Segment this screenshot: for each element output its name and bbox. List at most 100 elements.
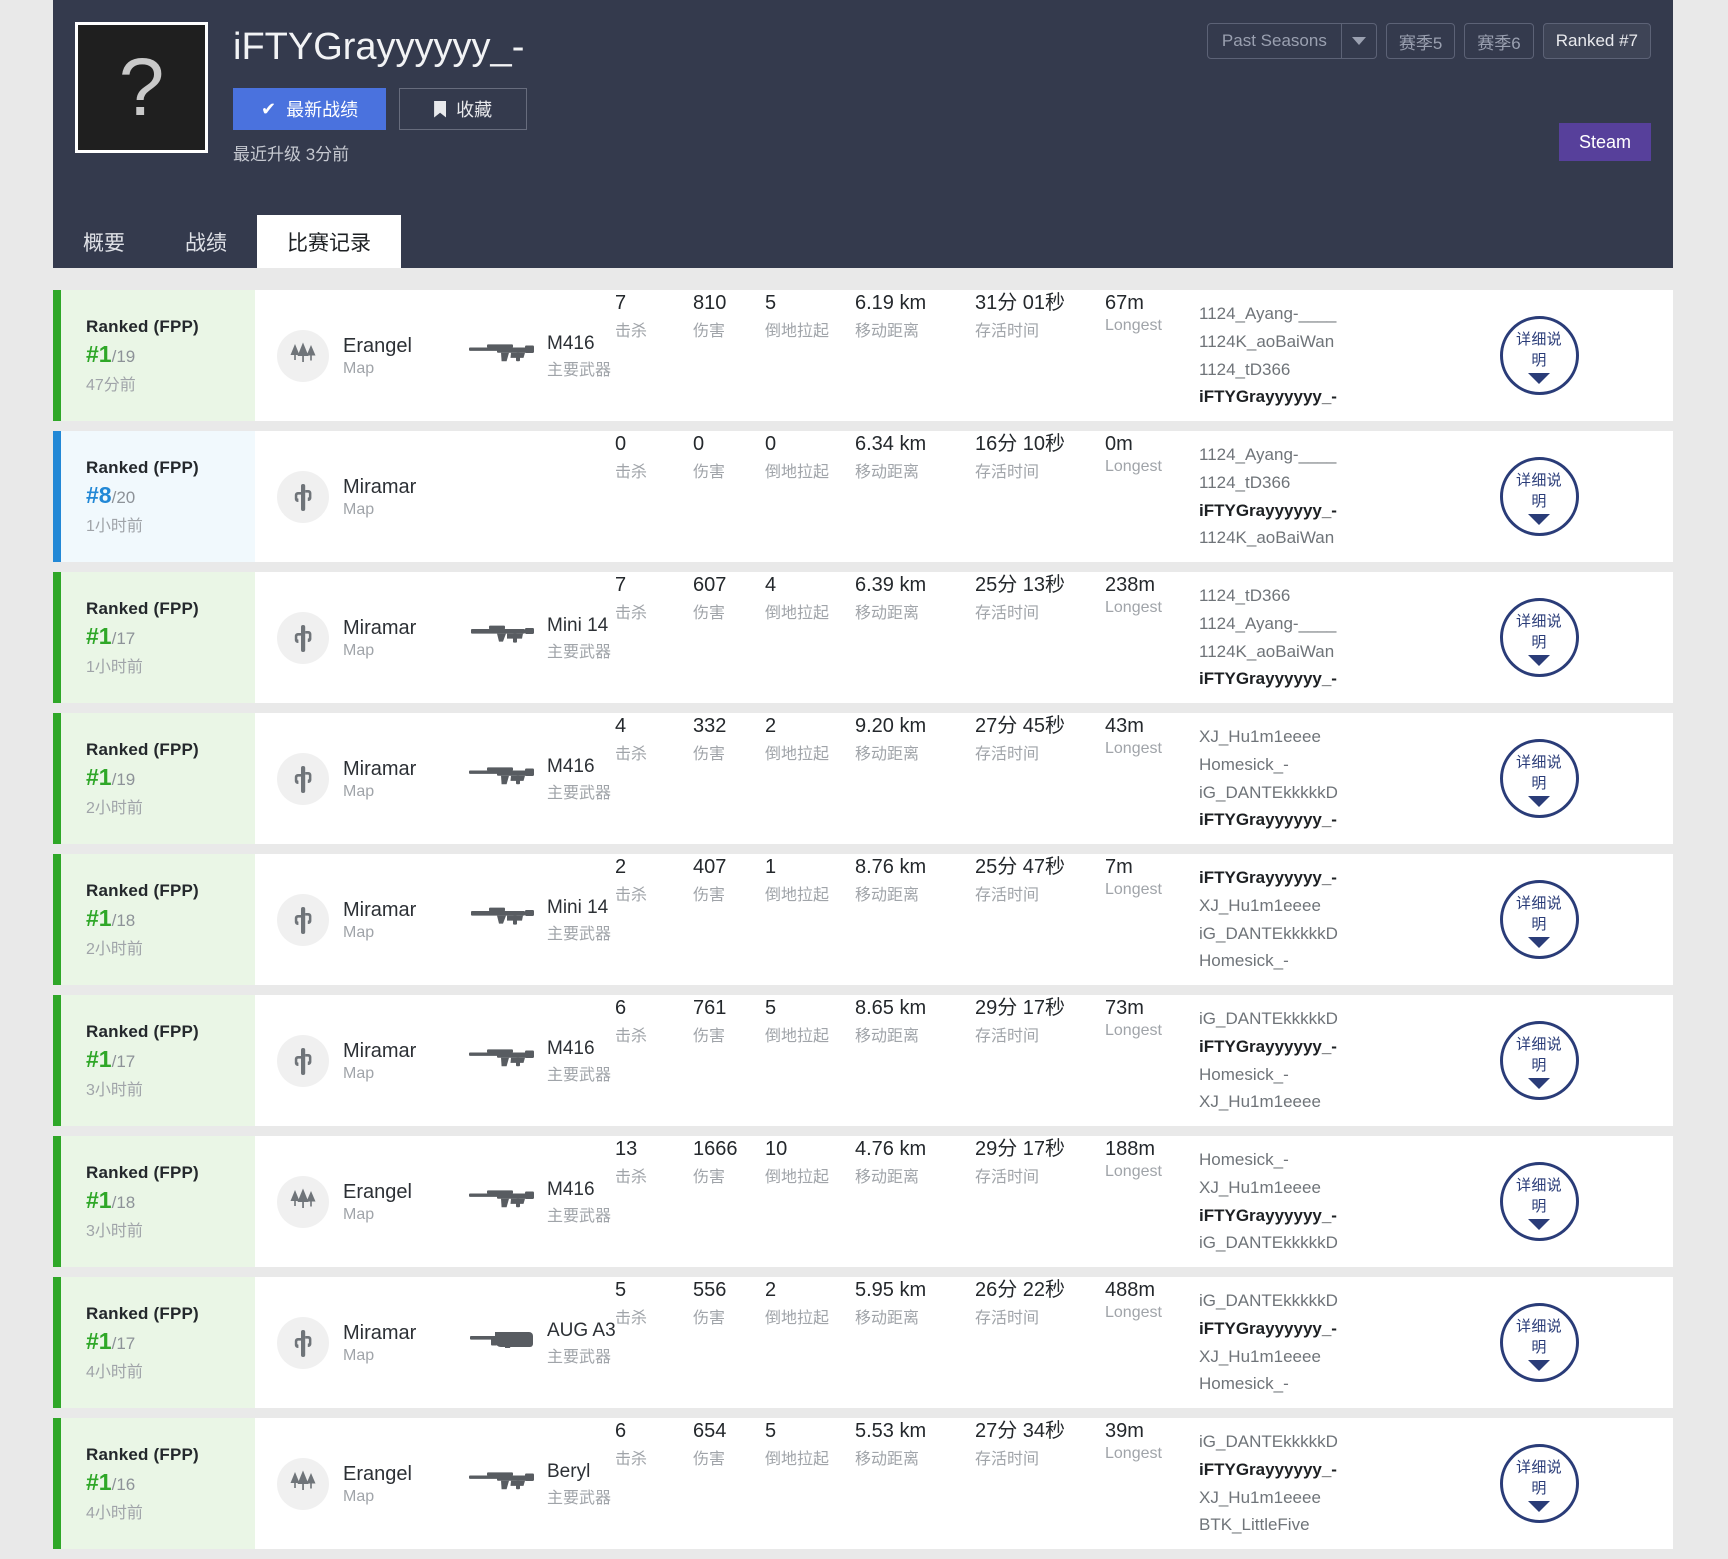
stat-longest-value: 238m xyxy=(1105,574,1156,596)
stat-distance-label: 移动距离 xyxy=(855,1169,920,1186)
stat-longest-value: 39m xyxy=(1105,1420,1144,1442)
match-detail-button[interactable]: 详细说明 xyxy=(1499,1021,1579,1100)
match-detail-label: 详细说明 xyxy=(1516,1458,1562,1497)
table-row[interactable]: Ranked (FPP) #8/20 1小时前 Miramar Map 0 击杀 0 伤害 0 倒地… xyxy=(53,431,1673,562)
roster-player: XJ_Hu1m1eeee xyxy=(1199,895,1321,915)
roster-player: 1124_tD366 xyxy=(1199,472,1291,492)
stat-longest-kill: 43m Longest xyxy=(1105,713,1195,844)
match-detail-button[interactable]: 详细说明 xyxy=(1499,457,1579,536)
match-placement: #1/16 xyxy=(86,1469,255,1496)
season-chip-5[interactable]: 赛季5 xyxy=(1385,23,1456,59)
match-detail-cell: 详细说明 xyxy=(1405,290,1673,421)
match-detail-cell: 详细说明 xyxy=(1405,1418,1673,1549)
match-placement: #1/19 xyxy=(86,341,255,368)
stat-longest-kill: 67m Longest xyxy=(1105,290,1195,421)
tab-overview[interactable]: 概要 xyxy=(53,215,155,268)
stat-longest-kill: 238m Longest xyxy=(1105,572,1195,703)
stat-distance-value: 6.39 km xyxy=(855,574,927,596)
stat-kills: 6 击杀 xyxy=(615,1418,693,1549)
table-row[interactable]: Ranked (FPP) #1/17 3小时前 Miramar Map M416 主要武器 6… xyxy=(53,995,1673,1126)
steam-button[interactable]: Steam xyxy=(1558,123,1651,161)
latest-records-button[interactable]: ✔ 最新战绩 xyxy=(233,88,387,130)
table-row[interactable]: Ranked (FPP) #1/18 2小时前 Miramar Map Mini 14 主要… xyxy=(53,854,1673,985)
stat-revives-label: 倒地拉起 xyxy=(765,887,830,904)
roster-player: XJ_Hu1m1eeee xyxy=(1199,727,1321,747)
stat-revives-value: 2 xyxy=(765,715,777,737)
match-detail-button[interactable]: 详细说明 xyxy=(1499,739,1579,818)
weapon-name: M416 xyxy=(547,1178,595,1200)
stat-revives-label: 倒地拉起 xyxy=(765,605,830,622)
stat-kills-label: 击杀 xyxy=(615,1310,648,1327)
table-row[interactable]: Ranked (FPP) #1/18 3小时前 Erangel Map M416 主要武器 1… xyxy=(53,1136,1673,1267)
match-time-ago: 2小时前 xyxy=(86,799,143,817)
map-sublabel: Map xyxy=(343,924,375,941)
stat-kills-label: 击杀 xyxy=(615,323,648,340)
stat-damage-label: 伤害 xyxy=(693,1451,726,1468)
placement-total: /17 xyxy=(111,1051,136,1071)
table-row[interactable]: Ranked (FPP) #1/19 47分前 Erangel Map M416 主要武器 7… xyxy=(53,290,1673,421)
table-row[interactable]: Ranked (FPP) #1/17 1小时前 Miramar Map Mini 14 主要… xyxy=(53,572,1673,703)
season-chip-6[interactable]: 赛季6 xyxy=(1464,23,1534,59)
table-row[interactable]: Ranked (FPP) #1/17 4小时前 Miramar Map AUG A3 主要武… xyxy=(53,1277,1673,1408)
match-detail-button[interactable]: 详细说明 xyxy=(1499,1162,1579,1241)
stat-kills-value: 0 xyxy=(615,433,627,455)
placement-total: /16 xyxy=(111,1474,136,1494)
stat-kills-value: 13 xyxy=(615,1138,638,1160)
stat-damage: 810 伤害 xyxy=(693,290,765,421)
stat-longest-value: 43m xyxy=(1105,715,1144,737)
past-seasons-select[interactable]: Past Seasons xyxy=(1206,23,1377,59)
table-row[interactable]: Ranked (FPP) #1/19 2小时前 Miramar Map M416 主要武器 4… xyxy=(53,713,1673,844)
match-roster: iG_DANTEkkkkkD iFTYGrayyyyyy_- XJ_Hu1m1eee… xyxy=(1195,1277,1405,1408)
roster-player: Homesick_- xyxy=(1199,1064,1289,1084)
weapon-name: AUG A3 xyxy=(547,1319,616,1341)
stat-distance-value: 6.34 km xyxy=(855,433,927,455)
stat-longest-kill: 7m Longest xyxy=(1105,854,1195,985)
match-detail-button[interactable]: 详细说明 xyxy=(1499,880,1579,959)
match-detail-label: 详细说明 xyxy=(1516,1176,1562,1215)
table-row[interactable]: Ranked (FPP) #1/16 4小时前 Erangel Map Beryl 主要武器… xyxy=(53,1418,1673,1549)
stat-survival: 25分 47秒 存活时间 xyxy=(975,854,1105,985)
weapon-icon-wrap xyxy=(467,620,537,655)
map-sublabel: Map xyxy=(343,1206,375,1223)
stat-survival-label: 存活时间 xyxy=(975,323,1040,340)
match-mode-label: Ranked (FPP) xyxy=(86,1162,199,1182)
match-detail-button[interactable]: 详细说明 xyxy=(1499,316,1579,395)
roster-player: iG_DANTEkkkkkD xyxy=(1199,1291,1338,1311)
match-mode-label: Ranked (FPP) xyxy=(86,880,199,900)
cactus-icon xyxy=(277,611,329,664)
stat-damage: 407 伤害 xyxy=(693,854,765,985)
assault-rifle-icon xyxy=(469,344,534,362)
season-chip-ranked7[interactable]: Ranked #7 xyxy=(1542,23,1651,59)
stat-longest-kill: 73m Longest xyxy=(1105,995,1195,1126)
stat-kills-label: 击杀 xyxy=(615,746,648,763)
match-detail-button[interactable]: 详细说明 xyxy=(1499,1303,1579,1382)
chevron-down-icon xyxy=(1528,795,1550,807)
map-sublabel: Map xyxy=(343,360,375,377)
tab-match-history[interactable]: 比赛记录 xyxy=(257,215,401,268)
favorite-button[interactable]: 收藏 xyxy=(399,88,528,130)
tab-stats[interactable]: 战绩 xyxy=(155,215,257,268)
placement-position: #1 xyxy=(86,1468,112,1495)
match-detail-cell: 详细说明 xyxy=(1405,854,1673,985)
stat-kills: 6 击杀 xyxy=(615,995,693,1126)
placement-accent-bar xyxy=(53,572,61,703)
weapon-sublabel: 主要武器 xyxy=(547,1490,612,1508)
stat-longest-label: Longest xyxy=(1105,881,1162,898)
profile-header: ? iFTYGrayyyyyy_- ✔ 最新战绩 收藏 最近升级 3分前 Pas… xyxy=(53,0,1673,268)
stat-survival: 16分 10秒 存活时间 xyxy=(975,431,1105,562)
weapon-sublabel: 主要武器 xyxy=(547,1349,612,1367)
match-map-cell: Erangel Map xyxy=(255,1136,467,1267)
stat-revives-value: 4 xyxy=(765,574,777,596)
match-roster: 1124_tD366 1124_Ayang-____ 1124K_aoBaiWan i… xyxy=(1195,572,1405,703)
check-icon: ✔ xyxy=(261,98,277,119)
stat-damage: 556 伤害 xyxy=(693,1277,765,1408)
weapon-icon-wrap xyxy=(467,761,537,796)
stat-survival: 27分 34秒 存活时间 xyxy=(975,1418,1105,1549)
season-controls: Past Seasons 赛季5 赛季6 Ranked #7 xyxy=(1206,23,1651,59)
stat-revives-value: 5 xyxy=(765,292,777,314)
stat-distance-value: 5.95 km xyxy=(855,1279,927,1301)
weapon-name: M416 xyxy=(547,332,595,354)
match-detail-button[interactable]: 详细说明 xyxy=(1499,1444,1579,1523)
stat-survival-value: 29分 17秒 xyxy=(975,1138,1066,1160)
match-detail-button[interactable]: 详细说明 xyxy=(1499,598,1579,677)
